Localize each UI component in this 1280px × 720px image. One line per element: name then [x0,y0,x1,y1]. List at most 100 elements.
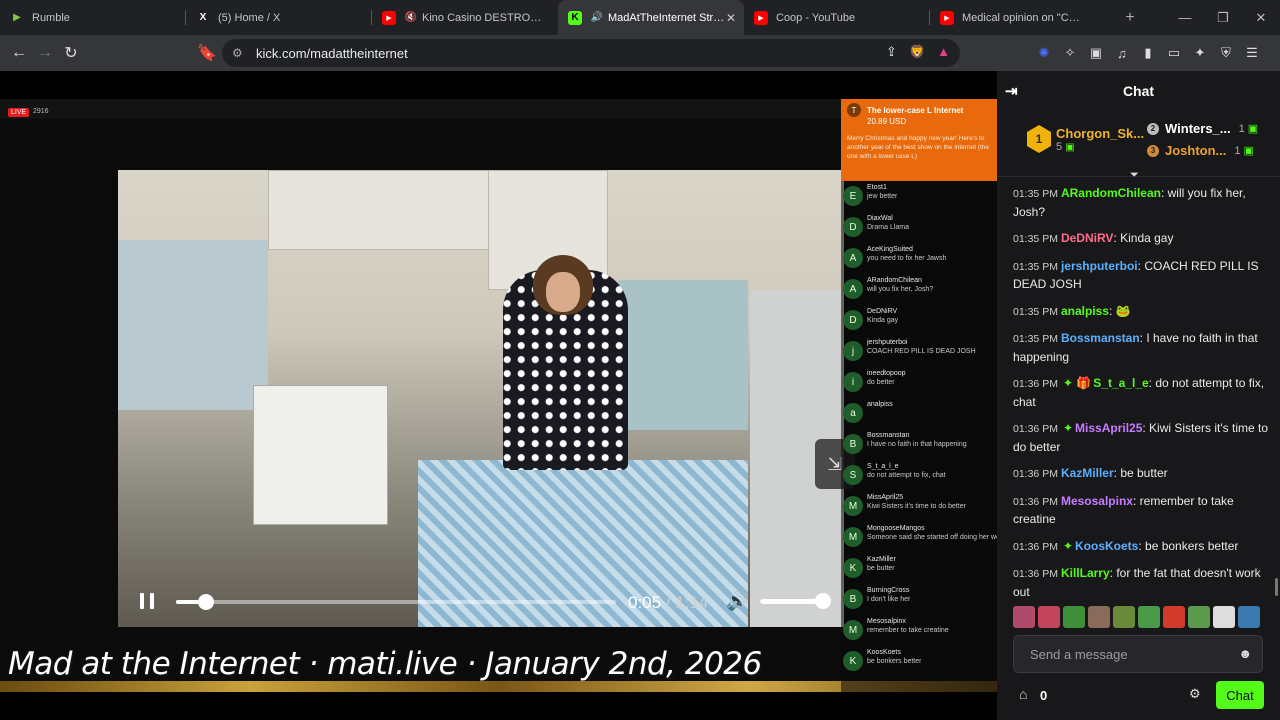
overlay-avatar: i [843,372,863,392]
minimize-icon[interactable]: — [1166,0,1204,35]
message-username[interactable]: KillLarry [1061,566,1110,580]
send-chat-button[interactable]: Chat [1216,681,1264,709]
message-text: be butter [1120,466,1168,480]
youtube-icon: ▶ [940,10,954,25]
overlay-message: Kinda gay [867,317,899,324]
emote-icon[interactable] [1013,606,1035,628]
message-username[interactable]: ARandomChilean [1061,186,1161,200]
pause-button[interactable] [140,593,154,611]
message-username[interactable]: S_t_a_l_e [1093,376,1148,390]
badge-icon: ✦ [1062,538,1074,553]
address-bar[interactable]: ⚙ kick.com/madattheinternet ⇪ 🦁 ▲ [222,39,960,67]
overlay-username: BurningCross [867,587,910,594]
message-username[interactable]: Mesosalpinx [1061,494,1133,508]
close-window-icon[interactable]: ✕ [1242,0,1280,35]
leo-ai-icon[interactable]: ✦ [1192,45,1208,61]
video-player[interactable]: LIVE 2916 0:05 / 1:14 🔊 ⇲ Mad at the Int [0,99,997,692]
message-username[interactable]: Bossmanstan [1061,331,1140,345]
message-input[interactable]: Send a message ☻ [1013,635,1263,673]
site-settings-icon[interactable]: ⚙ [232,46,246,60]
volume-slider[interactable] [760,593,831,609]
wallet-icon[interactable]: ▭ [1166,45,1182,61]
overlay-username: KoosKoets [867,649,901,656]
chat-footer: ⌂ 0 ⚙ Chat [997,681,1280,711]
overlay-message: jew better [867,193,898,200]
chat-scrollbar[interactable] [1275,578,1278,596]
progress-bar[interactable] [176,594,616,610]
progress-handle[interactable] [197,594,214,610]
tab-madattheinternet[interactable]: K 🔊 MadAtTheInternet Stream ✕ [558,0,744,35]
emote-icon[interactable] [1038,606,1060,628]
extensions-icon[interactable]: ✧ [1062,45,1078,61]
tab-kino-casino[interactable]: ▶ 🔇 Kino Casino DESTROYS DSP [372,0,558,35]
volume-fill [760,599,823,604]
emote-icon[interactable] [1138,606,1160,628]
tab-x[interactable]: X (5) Home / X [186,0,372,35]
tab-coop[interactable]: ▶ Coop - YouTube [744,0,930,35]
speaker-muted-icon[interactable]: 🔇 [404,11,418,25]
media-icon[interactable]: ♫ [1114,46,1130,61]
new-tab-icon[interactable]: + [1116,9,1144,27]
settings-icon[interactable]: ⚙ [1189,686,1201,702]
overlay-username: ARandomChilean [867,277,922,284]
rank-badge: 3 [1147,144,1159,157]
overlay-username: DiaxWal [867,215,893,222]
leader-name: Joshton... [1165,143,1227,158]
overlay-message: Someone said she started off doing her w… [867,534,997,541]
back-icon[interactable]: ← [6,44,32,62]
forward-icon[interactable]: → [32,44,58,62]
message-username[interactable]: analpiss [1061,304,1109,318]
donor-avatar: T [847,103,861,117]
share-icon[interactable]: ⇪ [886,44,897,60]
message-username[interactable]: jershputerboi [1061,259,1138,273]
emote-icon[interactable] [1088,606,1110,628]
overlay-avatar: D [843,310,863,330]
leader-count: 1 [1234,145,1241,157]
emote-icon[interactable] [1113,606,1135,628]
leader-second[interactable]: 2 Winters_... 1 ▣ [1147,121,1258,136]
emote-icon[interactable] [1238,606,1260,628]
pinned-expand-icon[interactable]: ⏷ [1130,169,1139,182]
volume-icon[interactable]: 🔊 [726,591,748,612]
close-tab-icon[interactable]: ✕ [726,11,736,25]
volume-handle[interactable] [814,593,831,609]
brave-shields-icon[interactable]: 🦁 [909,44,925,60]
emote-icon[interactable] [1188,606,1210,628]
emote-icon[interactable] [1163,606,1185,628]
message-timestamp: 01:35 PM [1013,260,1058,273]
message-username[interactable]: DeDNiRV [1061,231,1113,245]
emoji-icon[interactable]: ☻ [1238,646,1252,661]
sidebar-icon[interactable]: ▮ [1140,45,1156,61]
leader-name: Chorgon_Sk... [1056,125,1145,141]
brave-rewards-icon[interactable]: ▲ [937,44,950,60]
url-text: kick.com/madattheinternet [256,45,408,61]
message-username[interactable]: MissApril25 [1075,421,1142,435]
leader-first[interactable]: 1 Chorgon_Sk... 5 ▣ [1027,125,1144,153]
vpn-shield-icon[interactable]: ⛨ [1218,45,1234,61]
tab-medical-opinion[interactable]: ▶ Medical opinion on "Cyraxx"'s m [930,0,1116,35]
collapse-chat-icon[interactable]: ⇥ [1005,82,1018,100]
browser-tabstrip: ▶ Rumble X (5) Home / X ▶ 🔇 Kino Casino … [0,0,1280,35]
overlay-username: KazMiller [867,556,896,563]
overlay-username: S_t_a_l_e [867,463,899,470]
message-username[interactable]: KoosKoets [1075,539,1138,553]
overlay-avatar: D [843,217,863,237]
message-username[interactable]: KazMiller [1061,466,1114,480]
overlay-chat-item: i ineedtopoop do better [843,369,995,399]
store-icon[interactable]: ⌂ [1019,686,1027,702]
maximize-icon[interactable]: ❐ [1204,0,1242,35]
tab-rumble[interactable]: ▶ Rumble [0,0,186,35]
speaker-icon[interactable]: 🔊 [590,11,604,25]
emote-icon[interactable] [1213,606,1235,628]
menu-icon[interactable]: ☰ [1244,45,1260,61]
leader-count: 5 [1056,140,1063,153]
bookmark-icon[interactable]: 🔖 [194,43,220,63]
emote-icon[interactable] [1063,606,1085,628]
leader-third[interactable]: 3 Joshton... 1 ▣ [1147,143,1254,158]
overlay-username: MissApril25 [867,494,904,501]
screenshot-icon[interactable]: ▣ [1088,45,1104,61]
gift-leaderboard: 1 Chorgon_Sk... 5 ▣ 2 Winters_... 1 ▣ 3 J… [997,111,1280,181]
reload-icon[interactable]: ↻ [58,43,84,63]
overlay-message: be butter [867,565,895,572]
vpn-icon[interactable]: ✺ [1036,45,1052,61]
